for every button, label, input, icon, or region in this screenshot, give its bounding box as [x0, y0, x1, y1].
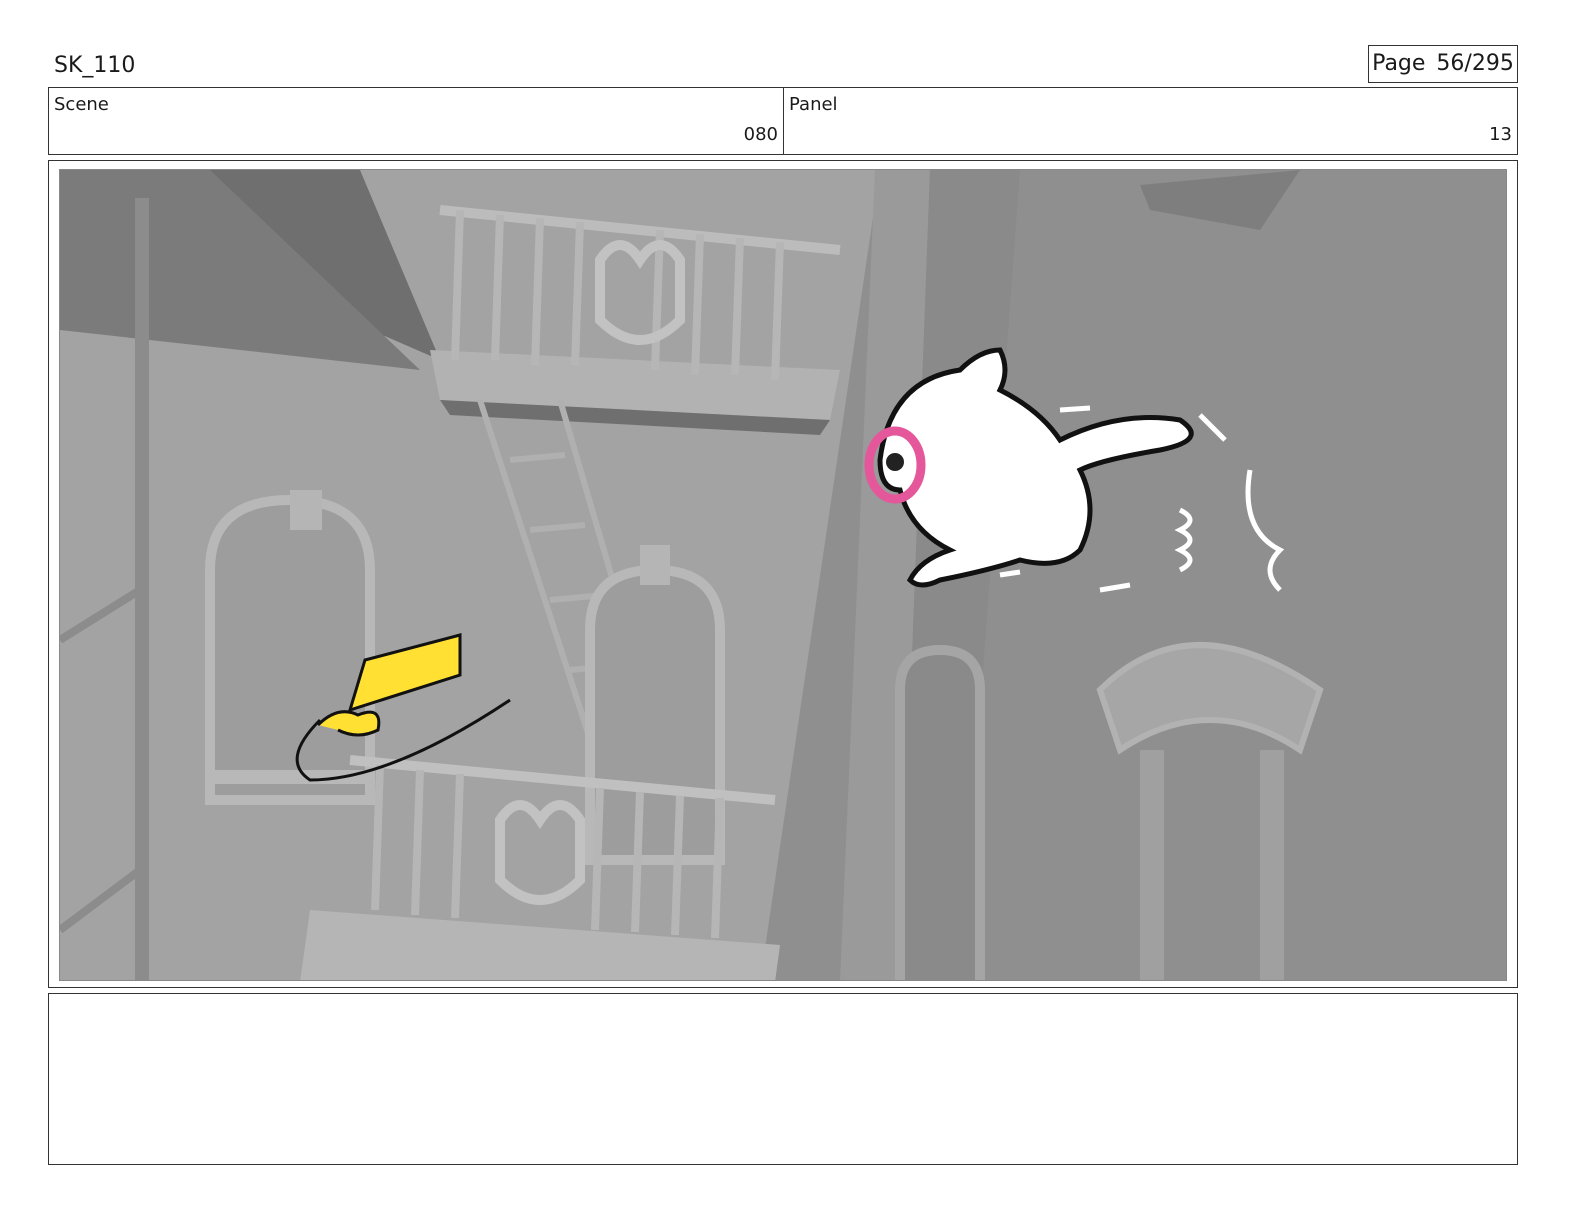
sheet-title: SK_110 — [54, 53, 136, 78]
panel-number: 13 — [1489, 124, 1512, 145]
scene-cell: Scene 080 — [49, 88, 784, 154]
panel-cell: Panel 13 — [784, 88, 1517, 154]
page-indicator: Page 56/295 — [1368, 45, 1518, 83]
panel-label: Panel — [789, 94, 838, 115]
cat-eye-pupil — [886, 453, 904, 471]
arched-window-left — [205, 490, 375, 805]
arched-window-right-small — [895, 644, 985, 980]
storyboard-artwork — [59, 169, 1507, 981]
scene-number: 080 — [743, 124, 778, 145]
scene-label: Scene — [54, 94, 109, 115]
arched-window-middle — [585, 545, 725, 865]
scene-panel-info-row: Scene 080 Panel 13 — [48, 87, 1518, 155]
storyboard-frame — [48, 160, 1518, 988]
notes-box — [48, 993, 1518, 1165]
artwork-illustration — [60, 170, 1506, 980]
